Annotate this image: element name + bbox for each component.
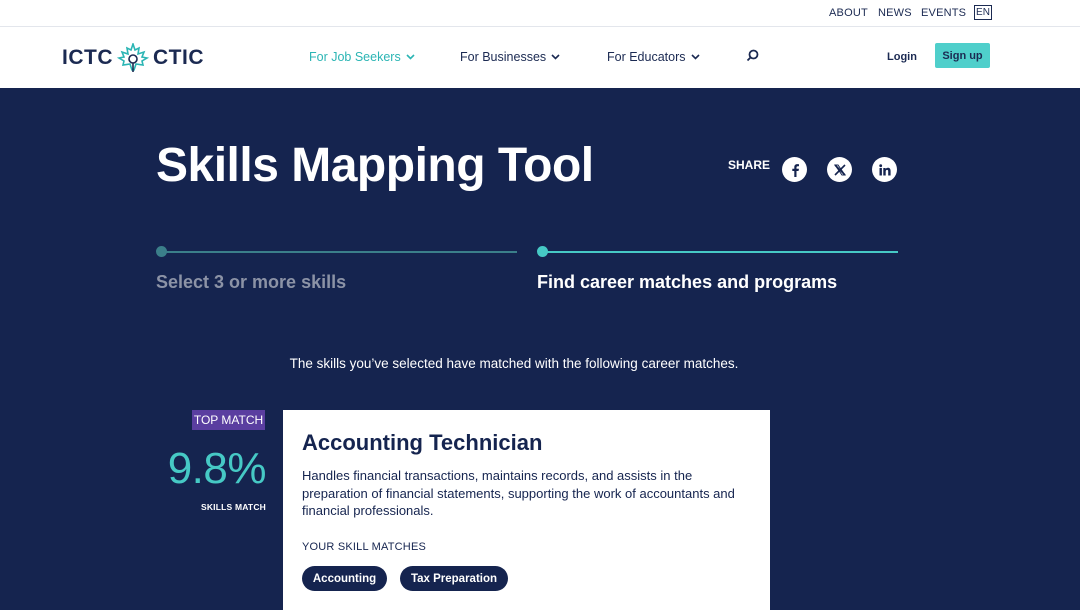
signup-button[interactable]: Sign up <box>935 43 990 68</box>
events-link[interactable]: EVENTS <box>921 7 966 19</box>
nav-educators-label: For Educators <box>607 50 686 64</box>
nav-businesses[interactable]: For Businesses <box>460 50 560 64</box>
main-nav: ICTC CTIC For Job Seekers For Businesses… <box>0 27 1080 88</box>
page-title: Skills Mapping Tool <box>156 139 594 192</box>
login-link[interactable]: Login <box>887 51 917 63</box>
about-link[interactable]: ABOUT <box>829 7 868 19</box>
linkedin-share-button[interactable] <box>872 157 897 182</box>
nav-businesses-label: For Businesses <box>460 50 547 64</box>
facebook-share-button[interactable] <box>782 157 807 182</box>
x-icon <box>833 163 846 176</box>
x-share-button[interactable] <box>827 157 852 182</box>
nav-job-seekers[interactable]: For Job Seekers <box>309 50 415 64</box>
language-toggle[interactable]: EN <box>974 5 992 20</box>
logo-text-left: ICTC <box>62 46 113 69</box>
utility-bar: ABOUT NEWS EVENTS EN <box>0 0 1080 27</box>
skill-chip[interactable]: Accounting <box>302 566 387 591</box>
match-percentage: 9.8% <box>167 444 267 493</box>
career-title[interactable]: Accounting Technician <box>302 430 542 456</box>
logo-text-right: CTIC <box>153 46 204 69</box>
career-description: Handles financial transactions, maintain… <box>302 468 735 518</box>
step-2-progress-line <box>541 251 898 253</box>
chevron-down-icon <box>551 54 560 60</box>
top-match-badge: TOP MATCH <box>192 410 265 430</box>
step-1-label[interactable]: Select 3 or more skills <box>156 272 346 293</box>
nav-job-seekers-label: For Job Seekers <box>309 50 401 64</box>
news-link[interactable]: NEWS <box>878 7 912 19</box>
results-intro: The skills you’ve selected have matched … <box>289 356 739 371</box>
chevron-down-icon <box>406 54 415 60</box>
share-label: SHARE <box>728 158 771 172</box>
search-icon <box>746 49 759 62</box>
linkedin-icon <box>878 163 891 175</box>
ictc-logo[interactable]: ICTC CTIC <box>62 43 204 73</box>
step-1-dot <box>156 246 167 257</box>
skill-matches-heading: YOUR SKILL MATCHES <box>302 541 427 553</box>
skill-chip[interactable]: Tax Preparation <box>400 566 508 591</box>
career-match-card[interactable]: Accounting Technician Handles financial … <box>283 410 770 610</box>
nav-educators[interactable]: For Educators <box>607 50 700 64</box>
chevron-down-icon <box>690 54 700 60</box>
search-button[interactable] <box>746 49 759 67</box>
maple-leaf-icon <box>117 43 149 72</box>
step-2-label: Find career matches and programs <box>537 272 838 292</box>
step-1-progress-line <box>160 251 517 253</box>
facebook-icon <box>791 163 799 177</box>
match-percentage-label: SKILLS MATCH <box>200 502 266 512</box>
step-2-dot <box>537 246 548 257</box>
